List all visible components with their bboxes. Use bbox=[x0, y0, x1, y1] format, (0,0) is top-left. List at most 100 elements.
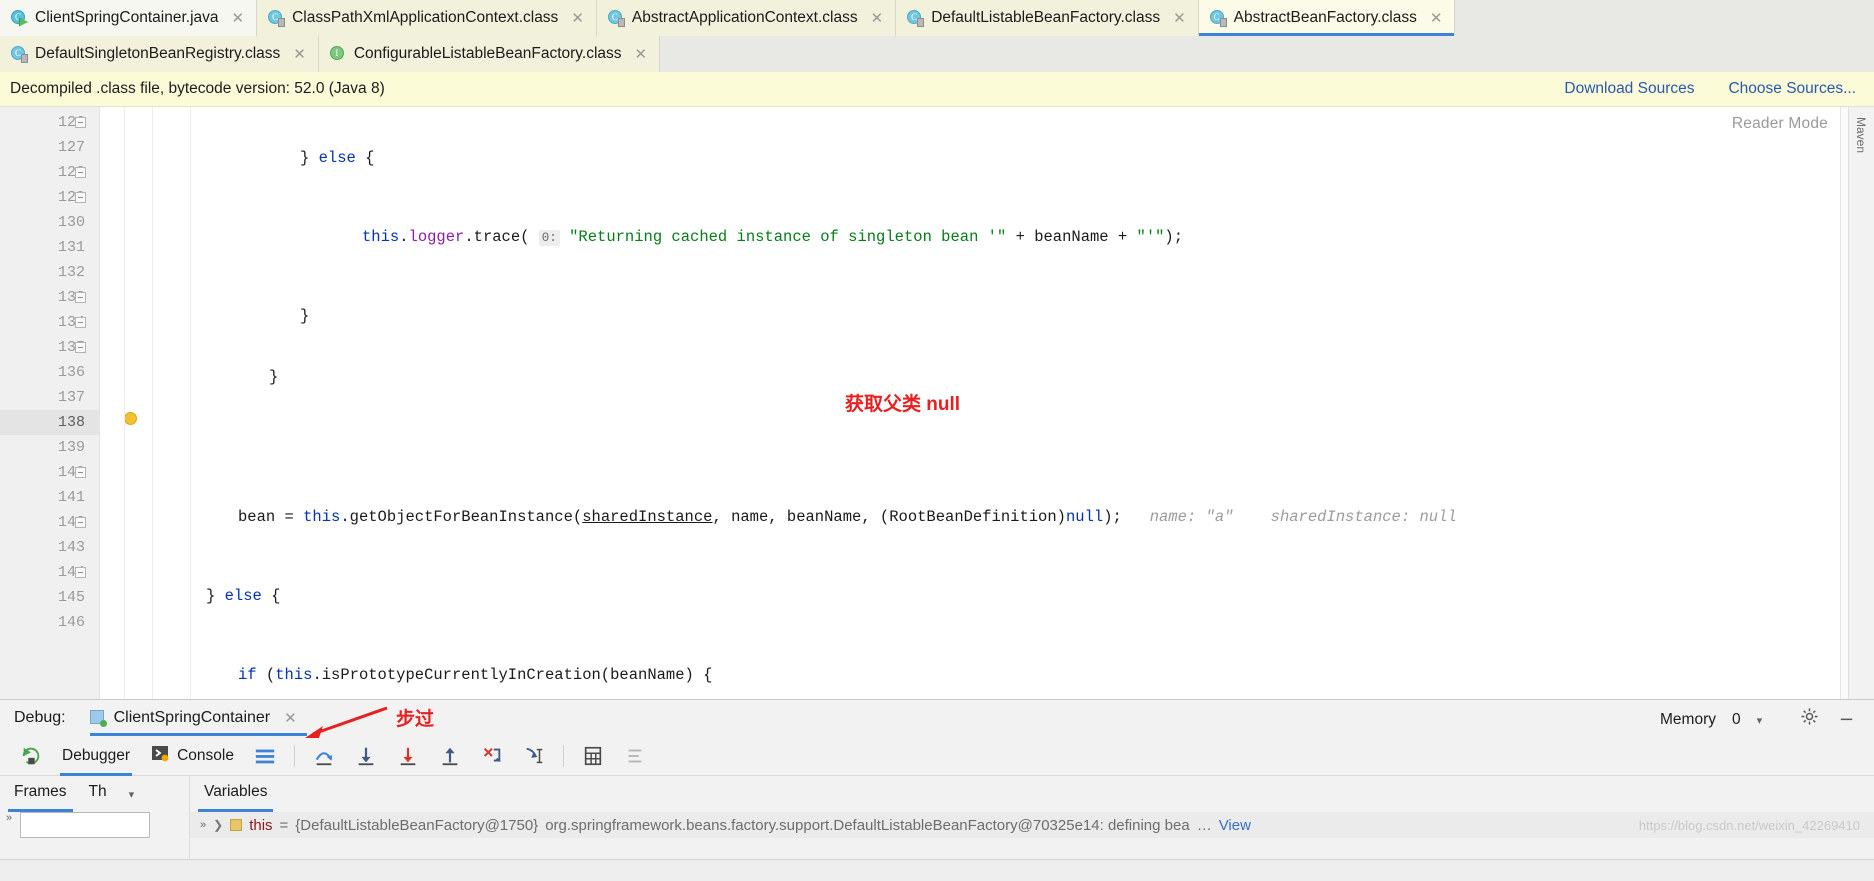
editor-gutter[interactable]: 126 127 128 129 130 131 132 133 134 135 … bbox=[0, 107, 100, 699]
editor-tab-label: ConfigurableListableBeanFactory.class bbox=[353, 45, 622, 62]
editor-tab-abstract-bean-factory[interactable]: C AbstractBeanFactory.class ✕ bbox=[1198, 0, 1456, 36]
toolbar-separator-2 bbox=[562, 744, 564, 767]
evaluate-expression-icon bbox=[584, 746, 602, 765]
show-values-icon bbox=[628, 749, 642, 762]
editor-tab-label: DefaultSingletonBeanRegistry.class bbox=[35, 45, 281, 62]
code-line-131: bean = this.getObjectForBeanInstance(sha… bbox=[238, 508, 1457, 526]
chevron-down-icon[interactable]: ▾ bbox=[129, 788, 135, 801]
tab-variables[interactable]: Variables bbox=[197, 783, 274, 812]
step-over-icon bbox=[315, 751, 333, 765]
line-number: 146 bbox=[57, 614, 85, 631]
layout-icon bbox=[255, 749, 275, 763]
editor-tab-default-listable-bean-factory[interactable]: C DefaultListableBeanFactory.class ✕ bbox=[896, 0, 1199, 36]
rerun-button[interactable] bbox=[10, 736, 52, 776]
variable-name: this bbox=[249, 816, 273, 834]
tab-frames[interactable]: Frames bbox=[8, 783, 73, 812]
editor-tab-configurable-listable-bean-factory[interactable]: I ConfigurableListableBeanFactory.class … bbox=[318, 36, 661, 72]
console-icon bbox=[150, 743, 170, 768]
tab-debugger[interactable]: Debugger bbox=[52, 736, 140, 776]
close-icon[interactable]: ✕ bbox=[571, 9, 584, 27]
variable-value-ref: {DefaultListableBeanFactory@1750} bbox=[295, 816, 539, 834]
editor-tab-label: AbstractBeanFactory.class bbox=[1233, 9, 1417, 26]
editor-horizontal-scrollbar[interactable] bbox=[200, 689, 1610, 698]
close-icon[interactable]: ✕ bbox=[293, 45, 306, 63]
maven-strip-label: Maven bbox=[1854, 117, 1868, 154]
editor-tab-default-singleton-bean-registry[interactable]: C DefaultSingletonBeanRegistry.class ✕ bbox=[0, 36, 319, 72]
editor-tab-row-1: C ClientSpringContainer.java ✕ C ClassPa… bbox=[0, 0, 1874, 36]
force-step-into-button[interactable] bbox=[387, 736, 429, 776]
close-icon[interactable]: ✕ bbox=[1173, 9, 1186, 27]
chevron-down-icon[interactable]: ▾ bbox=[1757, 714, 1763, 727]
evaluate-expression-button[interactable] bbox=[572, 736, 614, 776]
tab-threads[interactable]: Th bbox=[89, 783, 107, 806]
run-to-cursor-button[interactable] bbox=[513, 736, 555, 776]
tab-debugger-label: Debugger bbox=[62, 746, 131, 764]
code-line-126: } else { bbox=[300, 149, 375, 167]
interface-icon: I bbox=[329, 45, 347, 63]
debug-session-tab[interactable]: ClientSpringContainer ✕ bbox=[86, 707, 307, 736]
frames-combo[interactable] bbox=[20, 812, 151, 838]
line-number: 141 bbox=[57, 489, 85, 506]
class-icon: C bbox=[11, 45, 28, 63]
maven-tool-window-strip[interactable]: Maven bbox=[1848, 107, 1874, 699]
expand-icon[interactable]: » bbox=[200, 819, 206, 831]
variable-row-this[interactable]: » ❯ this = {DefaultListableBeanFactory@1… bbox=[190, 812, 1874, 838]
close-icon[interactable]: ✕ bbox=[635, 45, 648, 63]
frames-list[interactable]: » bbox=[0, 812, 189, 838]
editor-area: 126 127 128 129 130 131 132 133 134 135 … bbox=[0, 107, 1874, 699]
memory-indicator[interactable]: Memory 0 ▾ bbox=[1644, 700, 1874, 740]
choose-sources-link[interactable]: Choose Sources... bbox=[1728, 80, 1856, 98]
step-over-button[interactable] bbox=[303, 736, 345, 776]
drop-frame-button[interactable] bbox=[471, 736, 513, 776]
class-icon: C bbox=[268, 9, 286, 27]
debug-session-name: ClientSpringContainer bbox=[113, 709, 271, 726]
tab-console[interactable]: Console bbox=[140, 736, 244, 776]
frames-pane-header: Frames Th ▾ bbox=[0, 776, 189, 812]
class-icon: C bbox=[607, 9, 625, 27]
field-icon bbox=[230, 819, 243, 831]
show-values-inline-button[interactable] bbox=[614, 736, 656, 776]
debug-toolbar: Debugger Console Memory 0 ▾ bbox=[0, 711, 1874, 776]
line-number: 136 bbox=[57, 364, 85, 381]
line-number: 135 bbox=[57, 339, 85, 356]
code-content[interactable]: } else { this.logger.trace( 0: "Returnin… bbox=[100, 107, 1840, 699]
editor-tab-client-spring-container[interactable]: C ClientSpringContainer.java ✕ bbox=[0, 0, 258, 36]
step-into-button[interactable] bbox=[345, 736, 387, 776]
reader-mode-label[interactable]: Reader Mode bbox=[1732, 115, 1828, 133]
line-number: 133 bbox=[57, 289, 85, 306]
variable-value-main: org.springframework.beans.factory.suppor… bbox=[545, 816, 1190, 834]
chevron-right-icon[interactable]: ❯ bbox=[213, 818, 223, 832]
code-line-127: this.logger.trace( 0: "Returning cached … bbox=[362, 228, 1184, 246]
code-line-133: if (this.isPrototypeCurrentlyInCreation(… bbox=[238, 666, 713, 684]
editor-tab-classpath-xml-application-context[interactable]: C ClassPathXmlApplicationContext.class ✕ bbox=[257, 0, 597, 36]
rerun-icon bbox=[22, 747, 40, 764]
annotation-get-parent-class: 获取父类 null bbox=[845, 394, 961, 415]
run-configuration-icon bbox=[89, 710, 107, 727]
step-out-button[interactable] bbox=[429, 736, 471, 776]
editor-tab-abstract-application-context[interactable]: C AbstractApplicationContext.class ✕ bbox=[596, 0, 897, 36]
close-icon[interactable]: ✕ bbox=[871, 9, 884, 27]
force-step-into-icon bbox=[400, 747, 416, 765]
line-number: 134 bbox=[57, 314, 85, 331]
editor-tab-label: AbstractApplicationContext.class bbox=[631, 9, 858, 26]
line-number-current: 138 bbox=[0, 410, 99, 435]
watermark: https://blog.csdn.net/weixin_42269410 bbox=[1638, 818, 1860, 833]
line-number: 139 bbox=[57, 439, 85, 456]
editor-tab-label: ClientSpringContainer.java bbox=[35, 9, 219, 26]
line-number: 142 bbox=[57, 514, 85, 531]
ide-window: C ClientSpringContainer.java ✕ C ClassPa… bbox=[0, 0, 1874, 881]
step-out-icon bbox=[442, 747, 458, 765]
line-number: 137 bbox=[57, 389, 85, 406]
layout-settings-button[interactable] bbox=[244, 736, 286, 776]
expand-icon[interactable]: » bbox=[6, 812, 12, 824]
download-sources-link[interactable]: Download Sources bbox=[1564, 80, 1694, 98]
close-icon[interactable]: ✕ bbox=[232, 9, 245, 27]
view-link[interactable]: View bbox=[1219, 817, 1251, 834]
line-number: 144 bbox=[57, 564, 85, 581]
memory-label: Memory bbox=[1660, 711, 1716, 728]
memory-value: 0 bbox=[1731, 711, 1741, 728]
close-icon[interactable]: ✕ bbox=[1430, 9, 1443, 27]
line-number: 143 bbox=[57, 539, 85, 556]
debug-panes: Frames Th ▾ » Variables » ❯ this = {Defa… bbox=[0, 776, 1874, 859]
